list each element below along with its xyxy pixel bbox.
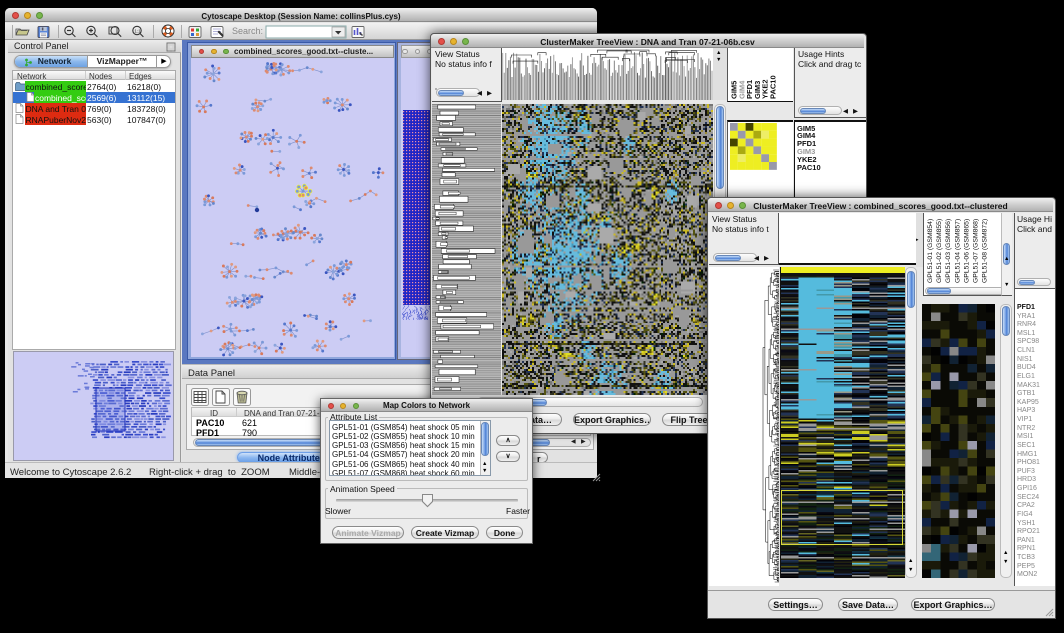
svg-text:1:1: 1:1 — [134, 29, 141, 34]
svg-text:GPL51-04 (GSM857): GPL51-04 (GSM857) — [954, 219, 961, 283]
svg-text:GPL51-02 (GSM855): GPL51-02 (GSM855) — [936, 219, 943, 283]
svg-text:GPL51-07 (GSM868): GPL51-07 (GSM868) — [973, 219, 980, 283]
svg-text:GPL51-08 (GSM872): GPL51-08 (GSM872) — [982, 219, 989, 283]
svg-text:PAC10: PAC10 — [769, 75, 778, 99]
svg-text:GPL51-06 (GSM865): GPL51-06 (GSM865) — [963, 219, 970, 283]
svg-text:GPL51-03 (GSM856): GPL51-03 (GSM856) — [945, 219, 952, 283]
svg-text:GPL51-01 (GSM854): GPL51-01 (GSM854) — [927, 219, 934, 283]
svg-text:Search:: Search: — [232, 26, 263, 36]
